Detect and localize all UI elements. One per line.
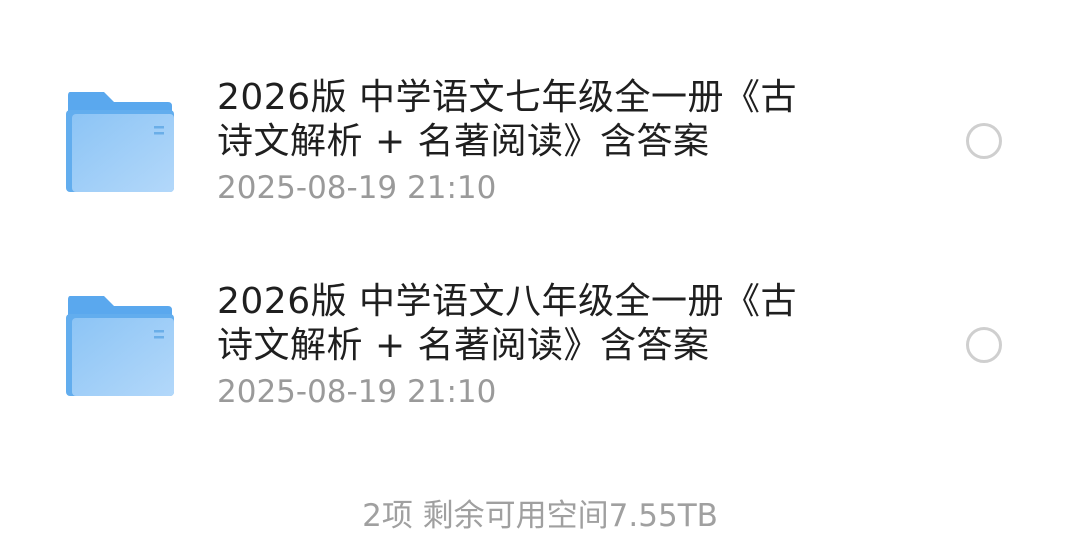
file-name-line1: 2026版 中学语文八年级全一册《古 — [217, 281, 798, 322]
file-list: 2026版 中学语文七年级全一册《古 诗文解析 + 名著阅读》含答案 2025-… — [0, 0, 1080, 534]
file-name-line2: 诗文解析 + 名著阅读》含答案 — [217, 121, 710, 162]
file-text: 2026版 中学语文七年级全一册《古 诗文解析 + 名著阅读》含答案 2025-… — [217, 76, 857, 206]
select-radio[interactable] — [966, 327, 1002, 363]
file-name-line1: 2026版 中学语文七年级全一册《古 — [217, 77, 798, 118]
folder-icon — [66, 92, 174, 192]
file-row[interactable]: 2026版 中学语文七年级全一册《古 诗文解析 + 名著阅读》含答案 2025-… — [0, 38, 1080, 238]
file-name-line2: 诗文解析 + 名著阅读》含答案 — [217, 325, 710, 366]
storage-summary: 2项 剩余可用空间7.55TB — [362, 498, 718, 534]
file-text: 2026版 中学语文八年级全一册《古 诗文解析 + 名著阅读》含答案 2025-… — [217, 280, 857, 410]
file-name: 2026版 中学语文七年级全一册《古 诗文解析 + 名著阅读》含答案 — [217, 76, 857, 164]
folder-icon — [66, 296, 174, 396]
file-modified-time: 2025-08-19 21:10 — [217, 374, 497, 410]
file-name: 2026版 中学语文八年级全一册《古 诗文解析 + 名著阅读》含答案 — [217, 280, 857, 368]
file-row[interactable]: 2026版 中学语文八年级全一册《古 诗文解析 + 名著阅读》含答案 2025-… — [0, 242, 1080, 442]
select-radio[interactable] — [966, 123, 1002, 159]
file-modified-time: 2025-08-19 21:10 — [217, 170, 497, 206]
